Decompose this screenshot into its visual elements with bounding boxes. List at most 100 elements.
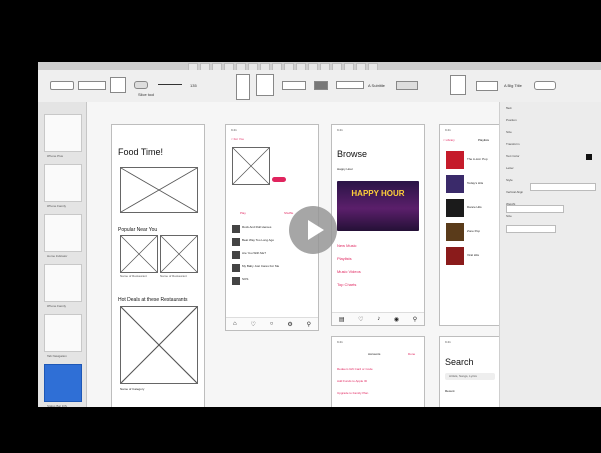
restaurant-name-1: Name of Restaurant xyxy=(120,274,147,278)
search-icon[interactable]: ⚲ xyxy=(413,316,417,323)
alert-tool[interactable] xyxy=(336,81,364,89)
toggle-tool[interactable] xyxy=(314,81,328,90)
play-icon xyxy=(308,220,324,240)
popular-heading: Popular Near You xyxy=(118,227,158,233)
heart-icon[interactable]: ♡ xyxy=(250,321,255,328)
track-title: Beat Way Too Long Ago xyxy=(242,238,275,242)
big-title-label: A Big Title xyxy=(504,83,522,88)
pill-tool[interactable] xyxy=(534,81,556,90)
playlists-artboard[interactable]: 9:41 < Library Playlists The A-List: Pop… xyxy=(439,124,501,326)
track-art xyxy=(232,238,240,246)
recent-heading: Recent xyxy=(445,389,455,393)
restaurant-name-2: Name of Restaurant xyxy=(160,274,187,278)
back-link[interactable]: < For You xyxy=(231,137,244,141)
done-button[interactable]: Done xyxy=(408,352,415,356)
account-row-3[interactable]: Upgrade to Family Plan xyxy=(337,391,368,395)
browse-title: Browse xyxy=(337,149,368,159)
symbol-thumbnail[interactable]: Status Bar iOS xyxy=(44,364,82,407)
text-color-swatch[interactable] xyxy=(586,154,592,160)
gear-icon[interactable]: ⚙ xyxy=(287,321,292,328)
list-tool[interactable] xyxy=(236,74,250,100)
playlist-artwork[interactable] xyxy=(446,247,464,265)
radio-icon[interactable]: ◉ xyxy=(394,316,399,323)
search-title: Search xyxy=(445,357,474,367)
restaurant-thumb-2 xyxy=(160,235,198,273)
happy-hour-artwork[interactable]: HAPPY HOUR xyxy=(337,181,419,231)
happy-hour-text: HAPPY HOUR xyxy=(351,189,405,198)
account-row-2[interactable]: Add Funds to Apple ID xyxy=(337,379,367,383)
inspector-header: Text xyxy=(506,106,512,110)
album-art-placeholder xyxy=(232,147,270,185)
status-time: 9:41 xyxy=(445,128,451,132)
symbol-caption: iPhone Family xyxy=(47,204,67,208)
playlist-artwork[interactable] xyxy=(446,175,464,193)
browse-link[interactable]: Top Charts xyxy=(337,282,356,287)
play-link[interactable]: Play xyxy=(240,211,246,215)
rect-tool[interactable] xyxy=(476,81,498,91)
search-icon[interactable]: ⚲ xyxy=(307,321,311,328)
table-tool[interactable] xyxy=(256,74,274,96)
music-tab-bar: ⌂ ♡ ○ ⚙ ⚲ xyxy=(226,317,318,330)
inspector-label: Transform xyxy=(506,142,520,146)
heart-icon[interactable]: ♡ xyxy=(358,316,363,323)
home-icon[interactable]: ⌂ xyxy=(233,321,237,327)
browse-tab-bar: ▤ ♡ ♪ ◉ ⚲ xyxy=(332,312,424,325)
browse-artboard[interactable]: 9:41 Browse Happy Hour HAPPY HOUR New Mu… xyxy=(331,124,425,326)
status-time: 9:41 xyxy=(337,128,343,132)
account-row-1[interactable]: Redeem Gift Card or Code xyxy=(337,367,373,371)
button-dark-tool[interactable] xyxy=(396,81,418,90)
subtitle-label: A Subtitle xyxy=(368,83,385,88)
playlist-artwork[interactable] xyxy=(446,199,464,217)
track-art xyxy=(232,264,240,272)
toolbar: Slice tool 135 A Subtitle A Big Title xyxy=(38,70,601,103)
symbols-panel: iPhone Plus iPhone Family Home Indicator iP… xyxy=(38,102,87,407)
symbol-thumbnail[interactable]: iPhone Family xyxy=(44,164,82,208)
browse-link[interactable]: Playlists xyxy=(337,256,352,261)
symbol-thumbnail[interactable]: iPhone Plus xyxy=(44,114,82,158)
search-placeholder: Artists, Songs, Lyrics xyxy=(449,374,477,378)
search-field[interactable]: Artists, Songs, Lyrics xyxy=(445,373,495,380)
playlist-name[interactable]: Zone Pop xyxy=(467,229,480,233)
inspector-label: Letter xyxy=(506,166,514,170)
design-canvas[interactable]: Food Time! Popular Near You Name of Rest… xyxy=(87,102,501,407)
slider-tool[interactable] xyxy=(158,84,182,85)
font-dropdown[interactable] xyxy=(530,183,596,191)
food-artboard[interactable]: Food Time! Popular Near You Name of Rest… xyxy=(111,124,205,407)
library-back-link[interactable]: < Library xyxy=(443,138,455,142)
button-tool[interactable] xyxy=(50,81,74,90)
search-artboard[interactable]: 9:41 Search Artists, Songs, Lyrics Recen… xyxy=(439,336,501,407)
switch-tool[interactable] xyxy=(134,81,148,89)
playlist-name[interactable]: Viral Hits xyxy=(467,253,479,257)
playlist-name[interactable]: Today's Hits xyxy=(467,181,483,185)
slice-label: Slice tool xyxy=(138,92,155,97)
symbol-thumbnail[interactable]: Home Indicator xyxy=(44,214,82,258)
browse-link[interactable]: Music Videos xyxy=(337,269,361,274)
symbol-thumbnail[interactable]: Tab Navigation xyxy=(44,314,82,358)
track-title: Rock And Roll Heroes xyxy=(242,225,272,229)
menu-items xyxy=(188,63,378,71)
weight-dropdown[interactable] xyxy=(506,205,564,213)
symbol-caption: Status Bar iOS xyxy=(47,404,67,407)
browse-link[interactable]: New Music xyxy=(337,243,357,248)
library-icon[interactable]: ▤ xyxy=(339,316,345,323)
inspector-label: Vertical Align xyxy=(506,190,524,194)
playlist-name[interactable]: The A-List: Pop xyxy=(467,157,488,161)
playlist-artwork[interactable] xyxy=(446,223,464,241)
note-icon[interactable]: ♪ xyxy=(377,316,380,322)
playlist-name[interactable]: Dance Hits xyxy=(467,205,482,209)
accounts-artboard[interactable]: 9:41 Accounts Done Redeem Gift Card or C… xyxy=(331,336,425,407)
add-pill-button[interactable] xyxy=(272,177,286,182)
menu-bar xyxy=(38,62,601,71)
segmented-tool[interactable] xyxy=(78,81,106,90)
video-play-button[interactable] xyxy=(289,206,337,254)
align-buttons[interactable] xyxy=(506,225,556,233)
chat-icon[interactable]: ○ xyxy=(270,321,274,327)
form-tool[interactable] xyxy=(282,81,306,90)
box-tool[interactable] xyxy=(450,75,466,95)
symbol-thumbnail[interactable]: iPhone Family xyxy=(44,264,82,308)
food-title: Food Time! xyxy=(118,147,164,157)
playlist-artwork[interactable] xyxy=(446,151,464,169)
inspector-panel: Text Position Size Transform Text Color Lett… xyxy=(499,102,601,407)
stepper-tool[interactable] xyxy=(110,77,126,93)
playlists-title: Playlists xyxy=(478,138,490,142)
